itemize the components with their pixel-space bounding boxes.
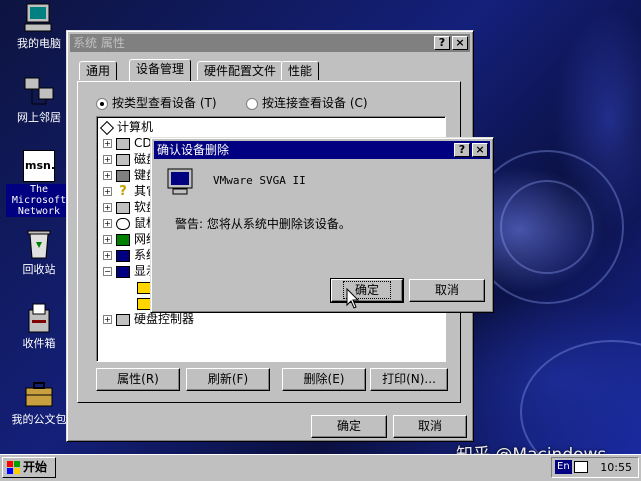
window-title: 系统 属性 bbox=[73, 36, 125, 50]
warning-text: 警告: 您将从系统中删除该设备。 bbox=[175, 217, 351, 231]
refresh-button[interactable]: 刷新(F) bbox=[186, 368, 270, 391]
radio-by-connection-label: 按连接查看设备 (C) bbox=[262, 96, 368, 110]
desktop-wallpaper-disc-inner bbox=[500, 180, 594, 274]
desktop-icon-my-computer[interactable]: 我的电脑 bbox=[6, 2, 72, 50]
keyboard-icon bbox=[116, 169, 130, 182]
desktop-icon-inbox[interactable]: 收件箱 bbox=[6, 302, 72, 350]
display-adapter-icon bbox=[116, 265, 130, 278]
diamond-icon bbox=[99, 120, 115, 135]
mouse-icon bbox=[116, 217, 130, 230]
msn-icon-text: msn. bbox=[25, 159, 56, 172]
dialog-title: 确认设备删除 bbox=[157, 143, 230, 157]
computer-icon bbox=[23, 2, 55, 34]
remove-button[interactable]: 删除(E) bbox=[282, 368, 366, 391]
cancel-button[interactable]: 取消 bbox=[393, 415, 467, 438]
desktop-icon-label: 回收站 bbox=[22, 263, 56, 276]
recycle-bin-icon bbox=[23, 228, 55, 260]
close-button[interactable]: × bbox=[452, 36, 468, 50]
tab-strip: 通用 设备管理 硬件配置文件 性能 bbox=[77, 59, 463, 83]
disk-drive-icon bbox=[116, 153, 130, 166]
properties-button[interactable]: 属性(R) bbox=[96, 368, 180, 391]
radio-by-type-label: 按类型查看设备 (T) bbox=[112, 96, 217, 110]
expand-icon[interactable]: + bbox=[103, 139, 112, 148]
monitor-icon bbox=[167, 168, 193, 196]
confirm-dialog-titlebar[interactable]: 确认设备删除 ? × bbox=[154, 141, 490, 159]
desktop-icon-msn[interactable]: msn. The Microsoft Network bbox=[6, 150, 72, 217]
confirm-cancel-button[interactable]: 取消 bbox=[409, 279, 485, 302]
floppy-drive-icon bbox=[116, 201, 130, 214]
start-button[interactable]: 开始 bbox=[2, 457, 56, 478]
desktop-wallpaper-disc-2 bbox=[520, 340, 641, 454]
clock[interactable]: 10:55 bbox=[600, 458, 632, 477]
expand-icon[interactable]: + bbox=[103, 203, 112, 212]
confirm-ok-button[interactable]: 确定 bbox=[330, 278, 404, 303]
question-mark-icon: ? bbox=[119, 183, 127, 199]
radio-by-type-dot bbox=[96, 97, 108, 110]
start-label: 开始 bbox=[23, 460, 48, 474]
ok-button[interactable]: 确定 bbox=[311, 415, 387, 438]
tree-item-hdd-controller[interactable]: + 硬盘控制器 bbox=[103, 311, 194, 327]
collapse-icon[interactable]: − bbox=[103, 267, 112, 276]
expand-icon[interactable]: + bbox=[103, 187, 112, 196]
msn-icon: msn. bbox=[23, 150, 55, 182]
windows-logo-icon bbox=[7, 461, 21, 480]
desktop-icon-recycle-bin[interactable]: 回收站 bbox=[6, 228, 72, 276]
desktop-icon-label: 我的电脑 bbox=[17, 37, 61, 50]
system-properties-titlebar[interactable]: 系统 属性 ? × bbox=[70, 34, 470, 52]
help-button[interactable]: ? bbox=[454, 143, 470, 157]
confirm-remove-dialog: 确认设备删除 ? × VMware SVGA II 警告: 您将从系统中删除该设… bbox=[150, 137, 494, 313]
radio-by-connection[interactable]: 按连接查看设备 (C) bbox=[246, 94, 368, 111]
expand-icon[interactable]: + bbox=[103, 219, 112, 228]
inbox-icon bbox=[23, 302, 55, 334]
tree-item-label: 计算机 bbox=[117, 120, 154, 134]
desktop-icon-label: The Microsoft Network bbox=[6, 184, 72, 217]
system-tray: En 10:55 bbox=[551, 457, 639, 478]
ime-mode-icon[interactable] bbox=[574, 461, 588, 473]
device-name: VMware SVGA II bbox=[213, 174, 306, 187]
briefcase-icon bbox=[23, 378, 55, 410]
tree-item-label: 硬盘控制器 bbox=[134, 312, 195, 326]
print-button[interactable]: 打印(N)... bbox=[370, 368, 448, 391]
system-devices-icon bbox=[116, 249, 130, 262]
tab-device-manager[interactable]: 设备管理 bbox=[129, 59, 192, 81]
radio-by-connection-dot bbox=[246, 97, 258, 110]
network-neighborhood-icon bbox=[23, 76, 55, 108]
expand-icon[interactable]: + bbox=[103, 171, 112, 180]
tree-item-computer[interactable]: 计算机 bbox=[99, 119, 153, 135]
expand-icon[interactable]: + bbox=[103, 315, 112, 324]
mouse-cursor-icon bbox=[346, 287, 360, 313]
hdd-controller-icon bbox=[116, 313, 130, 326]
tab-hardware-profiles[interactable]: 硬件配置文件 bbox=[197, 61, 284, 80]
help-button[interactable]: ? bbox=[434, 36, 450, 50]
radio-by-type[interactable]: 按类型查看设备 (T) bbox=[96, 94, 217, 111]
tab-general[interactable]: 通用 bbox=[79, 61, 118, 80]
warning-display-icon bbox=[137, 281, 151, 294]
desktop: 我的电脑 网上邻居 msn. The Microsoft Network 回收站… bbox=[0, 0, 641, 454]
desktop-icon-label: 收件箱 bbox=[22, 337, 56, 350]
network-adapter-icon bbox=[116, 233, 130, 246]
desktop-icon-label: 我的公文包 bbox=[11, 413, 67, 426]
desktop-icon-network[interactable]: 网上邻居 bbox=[6, 76, 72, 124]
warning-display-icon bbox=[137, 297, 151, 310]
cdrom-icon bbox=[116, 137, 130, 150]
watermark-text: 知乎 @Macindows bbox=[456, 440, 606, 454]
desktop-icon-label: 网上邻居 bbox=[17, 111, 61, 124]
close-button[interactable]: × bbox=[472, 143, 488, 157]
tab-performance[interactable]: 性能 bbox=[281, 61, 320, 80]
expand-icon[interactable]: + bbox=[103, 235, 112, 244]
desktop-icon-briefcase[interactable]: 我的公文包 bbox=[6, 378, 72, 426]
expand-icon[interactable]: + bbox=[103, 155, 112, 164]
expand-icon[interactable]: + bbox=[103, 251, 112, 260]
taskbar: 开始 En 10:55 bbox=[0, 454, 641, 481]
ime-indicator[interactable]: En bbox=[555, 460, 572, 474]
